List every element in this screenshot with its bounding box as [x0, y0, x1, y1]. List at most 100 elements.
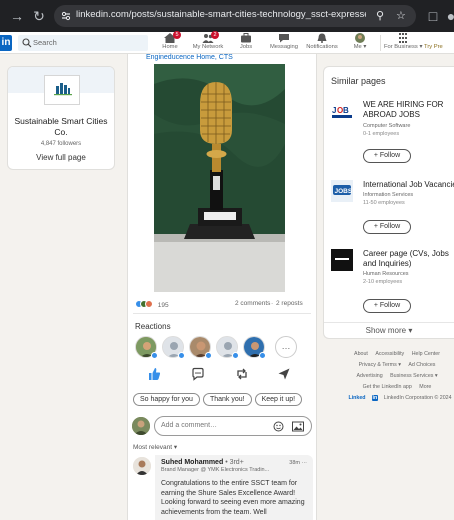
- similar-page-name[interactable]: WE ARE HIRING FOR ABROAD JOBS: [363, 100, 454, 119]
- footer-link[interactable]: Advertising: [356, 373, 382, 379]
- nav-messaging-label: Messaging: [269, 44, 299, 50]
- comment-placeholder: Add a comment…: [161, 422, 218, 429]
- like-icon[interactable]: [147, 367, 161, 381]
- more-reactors-button[interactable]: …: [275, 336, 297, 358]
- nav-jobs-label: Jobs: [239, 44, 253, 50]
- comment-time[interactable]: 38m ···: [289, 460, 307, 466]
- similar-page-employees: 2-10 employees: [363, 279, 403, 285]
- footer-link[interactable]: Business Services ▾: [390, 373, 437, 379]
- profile-icon[interactable]: ●: [442, 7, 454, 25]
- reactions-heading: Reactions: [135, 322, 171, 331]
- send-icon[interactable]: [277, 367, 291, 381]
- linkedin-in-mark: in: [371, 395, 379, 401]
- footer-link[interactable]: Help Center: [412, 351, 440, 357]
- follow-button[interactable]: + Follow: [363, 149, 411, 163]
- reaction-count[interactable]: 195: [158, 302, 169, 309]
- nav-notifications[interactable]: Notifications: [303, 33, 341, 50]
- network-badge: 2: [211, 31, 219, 39]
- nav-my-network-label: My Network: [192, 44, 224, 50]
- nav-try-premium-label: Try Pre: [424, 44, 443, 50]
- reload-icon[interactable]: ↻: [30, 7, 48, 25]
- similar-page-employees: 11-50 employees: [363, 200, 405, 206]
- premium-icon: [424, 33, 436, 43]
- post-actions: [128, 367, 318, 383]
- footer-link[interactable]: Get the LinkedIn app: [363, 384, 412, 390]
- url-text[interactable]: linkedin.com/posts/sustainable-smart-cit…: [76, 9, 366, 20]
- jobs-abroad-logo[interactable]: JOB: [331, 100, 353, 122]
- site-info-icon[interactable]: [60, 10, 72, 22]
- svg-text:B: B: [343, 106, 349, 115]
- nav-home[interactable]: 5 Home: [151, 31, 189, 50]
- browser-toolbar: → ↻ linkedin.com/posts/sustainable-smart…: [0, 0, 454, 32]
- search-icon: [22, 38, 32, 48]
- like-badge-icon: [205, 352, 212, 359]
- nav-try-premium[interactable]: Try Pre: [424, 33, 454, 50]
- message-icon: [278, 33, 290, 43]
- footer-link[interactable]: Ad Choices: [408, 362, 435, 368]
- image-icon[interactable]: [292, 421, 304, 432]
- company-followers: 4,847 followers: [40, 141, 82, 147]
- microphone-award-image: [154, 64, 285, 292]
- similar-page-name[interactable]: Career page (CVs, Jobs and Inquiries): [363, 249, 454, 268]
- star-icon[interactable]: ☆: [396, 9, 406, 22]
- nav-for-business[interactable]: For Business ▾: [384, 33, 422, 50]
- nav-notifications-label: Notifications: [306, 44, 338, 50]
- nav-for-business-label: For Business ▾: [384, 44, 423, 50]
- repost-count[interactable]: 2 reposts: [276, 300, 303, 307]
- footer-link[interactable]: More: [419, 384, 431, 390]
- like-badge-icon: [232, 352, 239, 359]
- nav-home-label: Home: [162, 44, 178, 50]
- nav-me-label: Me ▾: [353, 44, 367, 50]
- follow-button[interactable]: + Follow: [363, 299, 411, 313]
- search-input[interactable]: Search: [18, 35, 148, 51]
- home-icon: 5: [164, 31, 181, 43]
- header-divider: [380, 35, 381, 51]
- company-name[interactable]: Sustainable Smart Cities Co.: [12, 116, 110, 138]
- post-image[interactable]: [154, 64, 285, 292]
- avatar: [354, 33, 366, 43]
- repost-icon[interactable]: [235, 367, 249, 381]
- footer-link[interactable]: Privacy & Terms ▾: [359, 362, 401, 368]
- linkedin-footer-logo: Linked: [348, 395, 366, 401]
- comment-input[interactable]: Add a comment…: [154, 416, 312, 436]
- sort-comments-dropdown[interactable]: Most relevant ▾: [133, 443, 177, 451]
- zoom-icon[interactable]: ⚲: [376, 9, 384, 22]
- footer-link[interactable]: Accessibility: [375, 351, 404, 357]
- quick-reply-chip[interactable]: Thank you!: [202, 393, 252, 406]
- post-divider: [133, 313, 311, 314]
- search-placeholder: Search: [33, 38, 57, 47]
- back-arrow-icon[interactable]: →: [8, 7, 26, 25]
- view-full-page-link[interactable]: View full page: [8, 153, 114, 162]
- quick-reply-chip[interactable]: So happy for you: [133, 393, 200, 406]
- career-page-logo[interactable]: [331, 249, 353, 271]
- similar-page-name[interactable]: International Job Vacancies: [363, 180, 454, 190]
- commenter-avatar[interactable]: [133, 457, 151, 475]
- similar-page-item: Career page (CVs, Jobs and Inquiries) Hu…: [331, 249, 454, 319]
- linkedin-logo[interactable]: in: [0, 35, 12, 51]
- extensions-icon[interactable]: □: [424, 7, 442, 25]
- nav-my-network[interactable]: 2 My Network: [189, 31, 227, 50]
- like-badge-icon: [178, 352, 185, 359]
- quick-reply-chip[interactable]: Keep it up!: [254, 393, 303, 406]
- grid-icon: [397, 33, 409, 43]
- similar-page-category: Computer Software: [363, 123, 411, 129]
- nav-jobs[interactable]: Jobs: [227, 33, 265, 50]
- like-badge-icon: [151, 352, 158, 359]
- emoji-icon[interactable]: [273, 421, 284, 432]
- svg-text:J: J: [332, 106, 336, 115]
- nav-me[interactable]: Me ▾: [341, 33, 379, 50]
- svg-text:JOBS: JOBS: [335, 188, 353, 195]
- address-bar[interactable]: linkedin.com/posts/sustainable-smart-cit…: [54, 5, 416, 27]
- commenter-name[interactable]: Suhed Mohammed: [161, 459, 223, 466]
- follow-button[interactable]: + Follow: [363, 220, 411, 234]
- nav-messaging[interactable]: Messaging: [265, 33, 303, 50]
- comment-count[interactable]: 2 comments: [235, 300, 270, 307]
- comment-icon[interactable]: [191, 367, 205, 381]
- job-vacancies-logo[interactable]: JOBS: [331, 180, 353, 202]
- show-more-button[interactable]: Show more ▾: [324, 326, 454, 335]
- company-logo[interactable]: [44, 75, 80, 105]
- reaction-icons[interactable]: 195: [135, 299, 169, 310]
- comment-bubble: Suhed Mohammed • 3rd+ Brand Manager @ YM…: [155, 455, 313, 520]
- home-badge: 5: [173, 31, 181, 39]
- footer-link[interactable]: About: [354, 351, 368, 357]
